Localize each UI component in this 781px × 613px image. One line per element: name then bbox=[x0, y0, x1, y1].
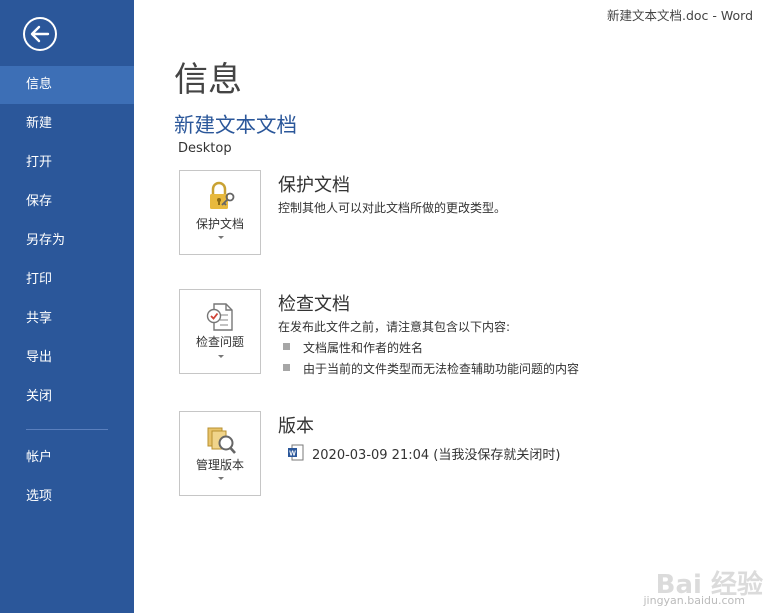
sidebar-item-open[interactable]: 打开 bbox=[0, 144, 134, 182]
window-title: 新建文本文档.doc - Word bbox=[606, 8, 753, 23]
manage-versions-button[interactable]: 管理版本 bbox=[179, 411, 261, 496]
back-arrow-icon[interactable] bbox=[22, 16, 58, 52]
sidebar-item-save-as[interactable]: 另存为 bbox=[0, 222, 134, 260]
page-title: 信息 bbox=[174, 60, 242, 100]
chevron-down-icon bbox=[218, 236, 224, 239]
sidebar-item-options[interactable]: 选项 bbox=[0, 478, 134, 516]
protect-heading: 保护文档 bbox=[278, 175, 350, 196]
manage-versions-icon bbox=[207, 427, 236, 454]
word-doc-icon: W bbox=[288, 444, 304, 461]
manage-versions-label: 管理版本 bbox=[195, 458, 244, 472]
sidebar-item-print[interactable]: 打印 bbox=[0, 261, 134, 299]
inspect-item: 由于当前的文件类型而无法检查辅助功能问题的内容 bbox=[303, 362, 580, 376]
lock-key-icon bbox=[210, 181, 235, 209]
protect-document-button[interactable]: 保护文档 bbox=[179, 170, 261, 255]
watermark-url: jingyan.baidu.com bbox=[643, 594, 745, 607]
document-location[interactable]: Desktop bbox=[178, 141, 232, 156]
version-entry[interactable]: 2020-03-09 21:04 (当我没保存就关闭时) bbox=[312, 444, 560, 463]
document-title: 新建文本文档 bbox=[174, 113, 297, 137]
inspect-item: 文档属性和作者的姓名 bbox=[303, 341, 424, 355]
check-for-issues-button[interactable]: 检查问题 bbox=[179, 289, 261, 374]
chevron-down-icon bbox=[218, 477, 224, 480]
chevron-down-icon bbox=[218, 355, 224, 358]
inspect-description: 在发布此文件之前，请注意其包含以下内容: bbox=[278, 320, 511, 334]
sidebar-item-export[interactable]: 导出 bbox=[0, 339, 134, 377]
sidebar-item-account[interactable]: 帐户 bbox=[0, 439, 134, 477]
sidebar-item-save[interactable]: 保存 bbox=[0, 183, 134, 221]
sidebar-item-info[interactable]: 信息 bbox=[0, 66, 134, 104]
protect-document-label: 保护文档 bbox=[195, 217, 244, 231]
sidebar-divider bbox=[26, 429, 108, 430]
sidebar-item-close[interactable]: 关闭 bbox=[0, 378, 134, 416]
protect-description: 控制其他人可以对此文档所做的更改类型。 bbox=[278, 201, 507, 215]
inspect-document-icon bbox=[206, 303, 233, 331]
bullet-icon bbox=[283, 364, 290, 371]
check-for-issues-label: 检查问题 bbox=[195, 335, 244, 349]
versions-heading: 版本 bbox=[278, 416, 314, 437]
sidebar-item-new[interactable]: 新建 bbox=[0, 105, 134, 143]
inspect-heading: 检查文档 bbox=[278, 294, 350, 315]
sidebar-item-share[interactable]: 共享 bbox=[0, 300, 134, 338]
svg-text:W: W bbox=[289, 451, 296, 458]
bullet-icon bbox=[283, 343, 290, 350]
backstage-sidebar: 信息 新建 打开 保存 另存为 打印 共享 导出 关闭 帐户 选项 bbox=[0, 0, 134, 613]
